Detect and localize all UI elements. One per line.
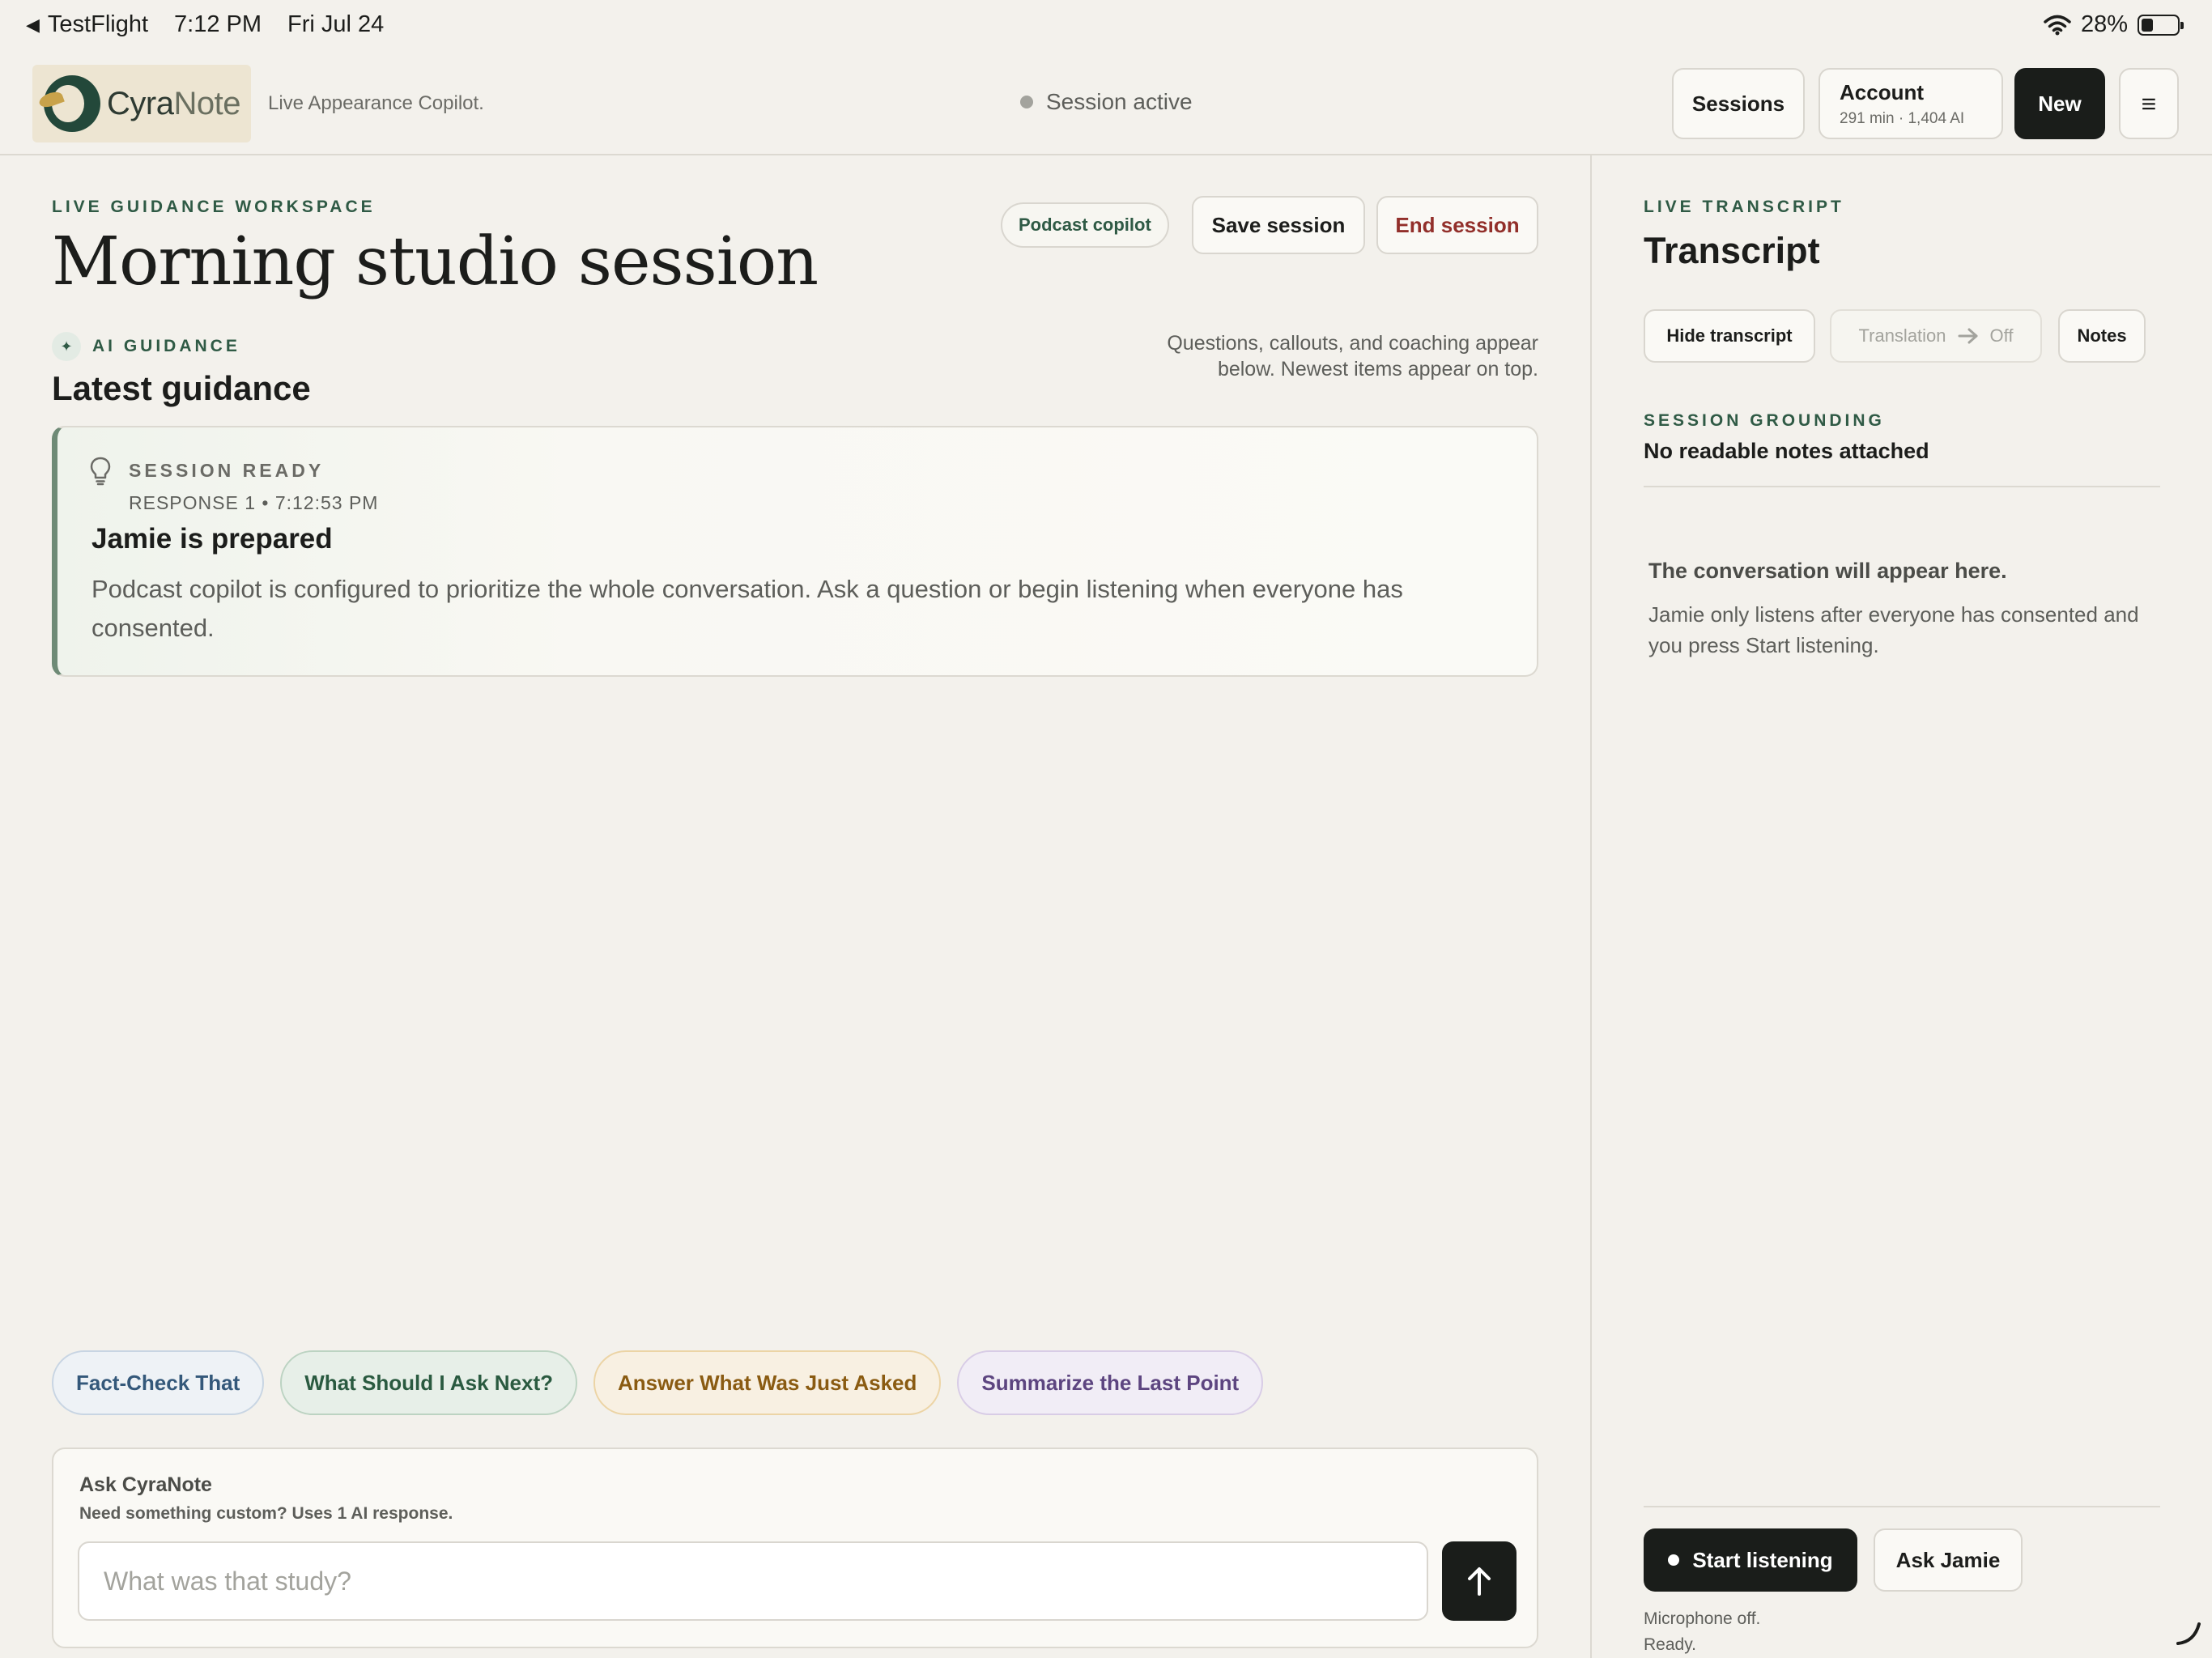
ready-status-text: Ready. — [1644, 1635, 1696, 1654]
grounding-eyebrow: SESSION GROUNDING — [1644, 411, 1885, 430]
ask-panel: Ask CyraNote Need something custom? Uses… — [52, 1448, 1538, 1648]
mic-status: Microphone off. Ready. — [1644, 1606, 1760, 1658]
quick-action-chips: Fact-Check That What Should I Ask Next? … — [52, 1350, 1264, 1415]
sparkle-icon: ✦ — [52, 332, 81, 361]
divider — [1644, 486, 2160, 487]
wifi-icon — [2044, 15, 2071, 35]
new-session-button[interactable]: New — [2014, 68, 2105, 139]
arrow-right-icon — [1958, 328, 1978, 344]
page-title: Morning studio session — [52, 223, 819, 300]
transcript-panel: LIVE TRANSCRIPT Transcript Hide transcri… — [1644, 155, 2162, 1658]
ai-guidance-label: AI GUIDANCE — [92, 337, 240, 355]
ask-input[interactable] — [78, 1541, 1428, 1621]
transcript-eyebrow: LIVE TRANSCRIPT — [1644, 198, 1844, 216]
status-dot-icon — [1020, 96, 1033, 108]
status-left[interactable]: ◀ TestFlight 7:12 PM Fri Jul 24 — [26, 11, 384, 38]
app-header: CyraNote Live Appearance Copilot. Sessio… — [0, 52, 2212, 155]
hide-transcript-button[interactable]: Hide transcript — [1644, 309, 1815, 363]
end-session-button[interactable]: End session — [1376, 196, 1538, 254]
ai-guidance-eyebrow: ✦ AI GUIDANCE — [52, 332, 240, 361]
back-arrow-icon[interactable]: ◀ — [26, 15, 40, 36]
save-session-button[interactable]: Save session — [1192, 196, 1365, 254]
account-label: Account — [1840, 79, 1924, 104]
battery-percent: 28% — [2080, 11, 2128, 37]
ask-next-chip[interactable]: What Should I Ask Next? — [280, 1350, 577, 1415]
send-arrow-up-icon — [1468, 1567, 1491, 1596]
fact-check-chip[interactable]: Fact-Check That — [52, 1350, 265, 1415]
menu-icon[interactable]: ≡ — [2119, 68, 2179, 139]
translation-label: Translation — [1858, 325, 1946, 346]
account-usage: 291 min · 1,404 AI — [1840, 109, 1965, 127]
session-status-text: Session active — [1046, 89, 1193, 114]
card-title: Jamie is prepared — [91, 523, 333, 555]
notes-button[interactable]: Notes — [2058, 309, 2146, 363]
transcript-empty-title: The conversation will appear here. — [1648, 559, 2007, 583]
session-status: Session active — [1020, 89, 1193, 115]
grounding-value: No readable notes attached — [1644, 439, 1929, 463]
status-date: Fri Jul 24 — [287, 11, 385, 37]
guidance-workspace: LIVE GUIDANCE WORKSPACE Morning studio s… — [52, 155, 1538, 1658]
card-status-label: SESSION READY — [129, 460, 325, 481]
workspace-eyebrow: LIVE GUIDANCE WORKSPACE — [52, 198, 376, 216]
start-listening-button[interactable]: Start listening — [1644, 1528, 1857, 1592]
logo-mark-icon — [44, 75, 100, 132]
back-app-label[interactable]: TestFlight — [48, 11, 148, 38]
battery-icon — [2138, 14, 2184, 36]
translation-value: Off — [1989, 325, 2014, 346]
card-meta: RESPONSE 1 • 7:12:53 PM — [129, 492, 379, 513]
status-right: 28% — [2044, 11, 2184, 38]
divider — [1644, 1506, 2160, 1507]
start-listening-label: Start listening — [1692, 1547, 1833, 1572]
brand-logo[interactable]: CyraNote — [32, 65, 251, 142]
transcript-empty-body: Jamie only listens after everyone has co… — [1648, 602, 2139, 657]
tagline: Live Appearance Copilot. — [268, 92, 484, 114]
resize-handle-icon[interactable] — [2175, 1619, 2202, 1647]
latest-guidance-title: Latest guidance — [52, 369, 311, 407]
translation-toggle[interactable]: Translation Off — [1830, 309, 2042, 363]
copilot-mode-pill[interactable]: Podcast copilot — [1001, 202, 1169, 248]
status-bar: ◀ TestFlight 7:12 PM Fri Jul 24 28% — [0, 0, 2212, 52]
transcript-title: Transcript — [1644, 230, 1820, 271]
summarize-chip[interactable]: Summarize the Last Point — [957, 1350, 1264, 1415]
ask-panel-title: Ask CyraNote — [79, 1473, 212, 1496]
lightbulb-icon — [90, 457, 111, 486]
answer-question-chip[interactable]: Answer What Was Just Asked — [593, 1350, 942, 1415]
guidance-note: Questions, callouts, and coaching appear… — [1167, 332, 1538, 380]
account-button[interactable]: Account 291 min · 1,404 AI — [1819, 68, 2003, 139]
mic-status-text: Microphone off. — [1644, 1609, 1761, 1628]
panel-divider[interactable] — [1590, 155, 1592, 1658]
guidance-card: SESSION READY RESPONSE 1 • 7:12:53 PM Ja… — [52, 426, 1538, 677]
sessions-button[interactable]: Sessions — [1672, 68, 1805, 139]
status-time: 7:12 PM — [174, 11, 262, 37]
ask-panel-subtitle: Need something custom? Uses 1 AI respons… — [79, 1504, 453, 1523]
ask-jamie-button[interactable]: Ask Jamie — [1874, 1528, 2023, 1592]
brand-name: CyraNote — [107, 85, 240, 121]
card-body: Podcast copilot is configured to priorit… — [91, 575, 1403, 642]
record-dot-icon — [1668, 1554, 1680, 1566]
send-button[interactable] — [1442, 1541, 1516, 1621]
